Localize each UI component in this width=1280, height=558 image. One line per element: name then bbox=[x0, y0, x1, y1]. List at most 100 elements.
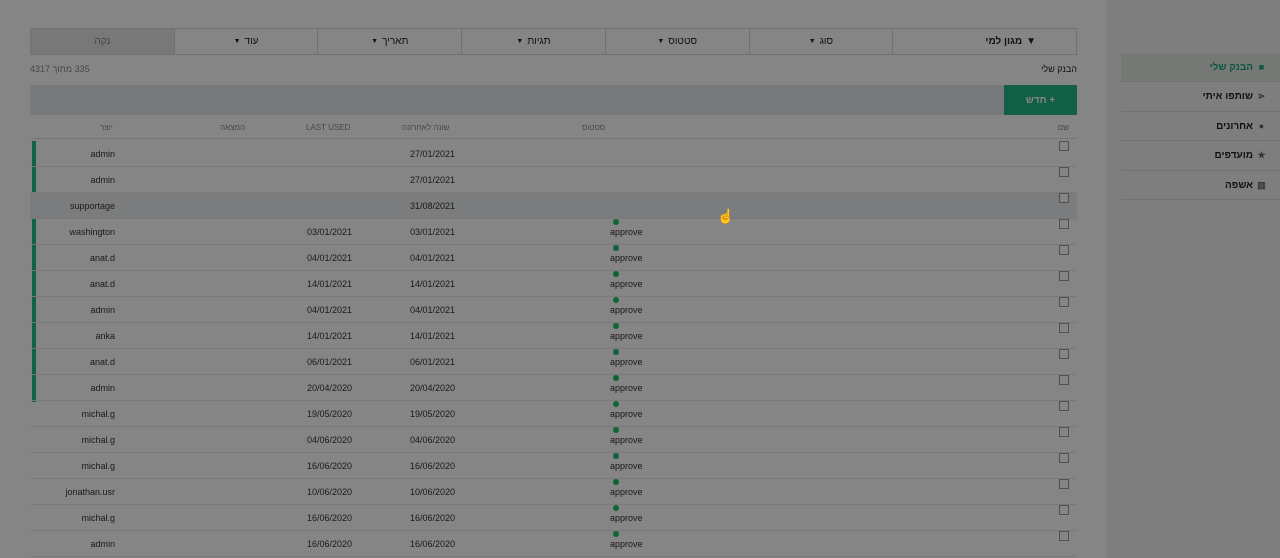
sidebar-item[interactable]: ⋖ שותפו איתי bbox=[1121, 83, 1280, 112]
row-last-used: 14/01/2021 bbox=[306, 331, 352, 341]
row-last-used: 06/01/2021 bbox=[306, 357, 352, 367]
row-status-text: approve bbox=[610, 461, 643, 471]
row-creator: admin bbox=[90, 149, 115, 159]
chevron-down-icon: ▼ bbox=[371, 38, 379, 45]
chevron-down-icon: ▼ bbox=[657, 38, 665, 45]
filter-more[interactable]: עוד ▼ bbox=[173, 29, 318, 54]
chevron-down-icon: ▼ bbox=[233, 38, 241, 45]
row-updated: 27/01/2021 bbox=[409, 175, 455, 185]
new-button[interactable]: + חדש bbox=[1004, 85, 1077, 115]
table-row[interactable]: הגוף מתאר את:approve06/01/202106/01/2021… bbox=[30, 349, 1077, 375]
row-creator: michal.g bbox=[81, 409, 115, 419]
row-last-used: 16/06/2020 bbox=[306, 539, 352, 549]
funnel-icon: ▼ bbox=[1026, 36, 1036, 47]
table-row[interactable]: תוצא (עם של מגן) נאכל כששום שעים במהנעה … bbox=[30, 245, 1077, 271]
row-creator: michal.g bbox=[81, 435, 115, 445]
clock-icon: ● bbox=[1258, 120, 1265, 131]
row-creator: michal.g bbox=[81, 513, 115, 523]
filter-tags-label: תגיות bbox=[527, 36, 551, 47]
row-updated: 19/05/2020 bbox=[409, 409, 455, 419]
row-creator: jonathan.usr bbox=[65, 487, 115, 497]
row-updated: 03/01/2021 bbox=[409, 227, 455, 237]
row-status-text: approve bbox=[610, 331, 643, 341]
table-row[interactable]: שאלה 1approve04/01/202104/01/2021admin bbox=[30, 297, 1077, 323]
table-row[interactable]: שאלה אישהapprove19/05/202019/05/2020mich… bbox=[30, 401, 1077, 427]
table-row[interactable]: מיולוגיה (Myology הוא נוח בגוף אליה שפור… bbox=[30, 271, 1077, 297]
clear-filters-button[interactable]: נקה bbox=[30, 29, 174, 54]
sidebar-item[interactable]: ● אחרונים bbox=[1121, 112, 1280, 141]
row-creator: anat.d bbox=[89, 279, 115, 289]
row-last-used: 20/04/2020 bbox=[306, 383, 352, 393]
result-count: 335 מתוך 4317 bbox=[30, 64, 90, 74]
filter-date-label: תאריך bbox=[382, 36, 409, 47]
table-row[interactable]: פיתוח בדרכי איך התביע ?approve14/01/2021… bbox=[30, 323, 1077, 349]
hand-cursor-icon: ☝ bbox=[717, 208, 735, 224]
filter-more-label: עוד bbox=[244, 36, 259, 47]
row-updated: 16/06/2020 bbox=[409, 513, 455, 523]
filter-bank-label: מגון למי bbox=[985, 36, 1023, 47]
table-row[interactable]: There are many variations of passages of… bbox=[30, 479, 1077, 505]
database-icon: ■ bbox=[1258, 61, 1265, 72]
column-header-status[interactable]: סטטוס bbox=[582, 117, 605, 139]
table-row[interactable]: בגיעת הקריטה בלוג ספט איזה השאלה שמוצג ה… bbox=[30, 453, 1077, 479]
filter-tags[interactable]: תגיות ▼ bbox=[461, 29, 605, 54]
share-icon: ⋖ bbox=[1257, 91, 1266, 101]
app-window: ▼ מגון למי סוג ▼ סטטוס ▼ תגיות ▼ תאריך ▼… bbox=[0, 0, 1280, 558]
filter-date[interactable]: תאריך ▼ bbox=[317, 29, 461, 54]
filter-bar: ▼ מגון למי סוג ▼ סטטוס ▼ תגיות ▼ תאריך ▼… bbox=[30, 28, 1077, 55]
table-row[interactable]: אנא סמנו בהתאם: חלקו האחורי (עורפי) של ה… bbox=[30, 375, 1077, 401]
row-last-used: 16/06/2020 bbox=[306, 461, 352, 471]
row-last-used: 04/01/2021 bbox=[306, 305, 352, 315]
row-status-text: approve bbox=[610, 435, 643, 445]
row-updated: 16/06/2020 bbox=[409, 461, 455, 471]
clear-filters-label: נקה bbox=[94, 36, 111, 47]
sidebar-item-label: אשפה bbox=[1225, 179, 1253, 191]
sidebar-item[interactable]: ■ הבנק שלי bbox=[1121, 53, 1280, 82]
row-status-text: approve bbox=[610, 279, 643, 289]
column-header-last-used[interactable]: LAST USED bbox=[306, 117, 350, 139]
table-row[interactable]: ? לשעור מותר לגעת ב'ד ?approve03/01/2021… bbox=[30, 219, 1077, 245]
row-last-used: 10/06/2020 bbox=[306, 487, 352, 497]
filter-type-label: סוג bbox=[819, 36, 834, 47]
row-status-text: approve bbox=[610, 227, 643, 237]
sidebar-item[interactable]: ▥ אשפה bbox=[1121, 171, 1280, 200]
row-last-used: 04/01/2021 bbox=[306, 253, 352, 263]
table-header: שם סטטוס שונה לאחרונה LAST USED המצאה יו… bbox=[30, 117, 1077, 139]
sidebar-item-label: שותפו איתי bbox=[1202, 91, 1253, 102]
column-header-found[interactable]: המצאה bbox=[220, 117, 245, 139]
sidebar: ■ הבנק שלי ⋖ שותפו איתי ● אחרונים ★ מועדפים ▥ אשפ… bbox=[1107, 0, 1280, 558]
row-last-used: 16/06/2020 bbox=[306, 513, 352, 523]
row-creator: washington bbox=[69, 227, 115, 237]
page-title: הבנק שלי bbox=[1041, 64, 1077, 74]
row-status-text: approve bbox=[610, 383, 643, 393]
table-row[interactable]: מבחנים חדשים לשנה הבאה27/01/2021admin bbox=[30, 167, 1077, 193]
chevron-down-icon: ▼ bbox=[808, 38, 816, 45]
table-row[interactable]: סמסטר ב 202131/08/2021supportage bbox=[30, 193, 1077, 219]
column-header-updated[interactable]: שונה לאחרונה bbox=[402, 117, 449, 139]
table-row[interactable]: מאגר שאלות בחינה 202127/01/2021admin bbox=[30, 141, 1077, 167]
trash-icon: ▥ bbox=[1257, 179, 1266, 190]
filter-type[interactable]: סוג ▼ bbox=[748, 29, 893, 54]
row-creator: admin bbox=[90, 305, 115, 315]
row-status-text: approve bbox=[610, 357, 643, 367]
row-last-used: 14/01/2021 bbox=[306, 279, 352, 289]
table-row[interactable]: המתמטיקאי הגדול בלונה נספר כתוצאה מ...ap… bbox=[30, 427, 1077, 453]
column-header-creator[interactable]: יוצר bbox=[100, 117, 113, 139]
table-row[interactable]: שאלה 1approve16/06/202016/06/2020michal.… bbox=[30, 505, 1077, 531]
row-creator: anat.d bbox=[89, 253, 115, 263]
row-status-text: approve bbox=[610, 513, 643, 523]
row-updated: 14/01/2021 bbox=[409, 279, 455, 289]
filter-status[interactable]: סטטוס ▼ bbox=[604, 29, 749, 54]
toolbar: + חדש bbox=[30, 85, 1077, 115]
row-creator: admin bbox=[90, 383, 115, 393]
row-updated: 27/01/2021 bbox=[409, 149, 455, 159]
filter-bank[interactable]: ▼ מגון למי bbox=[892, 29, 1076, 54]
column-header-name[interactable]: שם bbox=[1058, 117, 1069, 139]
row-creator: admin bbox=[90, 539, 115, 549]
chevron-down-icon: ▼ bbox=[516, 38, 524, 45]
row-updated: 16/06/2020 bbox=[409, 539, 455, 549]
row-last-used: 03/01/2021 bbox=[306, 227, 352, 237]
row-updated: 31/08/2021 bbox=[409, 201, 455, 211]
sidebar-item[interactable]: ★ מועדפים bbox=[1121, 142, 1280, 171]
table-row[interactable]: שאלה לדוגמא לתשובה פתוחהapprove16/06/202… bbox=[30, 531, 1077, 557]
